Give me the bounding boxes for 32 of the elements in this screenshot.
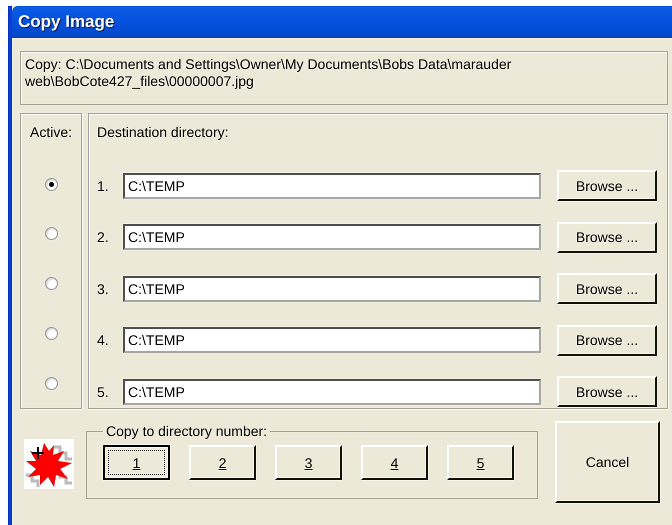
directory-number-button[interactable]: 3 [275, 445, 342, 480]
directory-field[interactable]: C:\TEMP [123, 224, 541, 250]
destination-label: Destination directory: [97, 124, 230, 142]
radio-button[interactable] [44, 277, 58, 290]
directory-number-button[interactable]: 5 [447, 445, 514, 480]
row-number: 2. [97, 229, 110, 246]
browse-button[interactable]: Browse ... [557, 376, 657, 408]
directory-number-button[interactable]: 2 [189, 445, 256, 480]
group-label: Copy to directory number: [105, 423, 268, 439]
browse-button[interactable]: Browse ... [557, 324, 657, 356]
directory-field[interactable]: C:\TEMP [123, 378, 541, 405]
row-number: 3. [97, 280, 110, 297]
active-label: Active: [30, 124, 72, 142]
row-number: 4. [97, 332, 110, 348]
directory-field[interactable]: C:\TEMP [123, 276, 541, 302]
directory-number-button[interactable]: 1 [103, 445, 170, 480]
row-number: 5. [97, 384, 110, 400]
radio-button[interactable] [44, 376, 58, 390]
splat-icon [24, 439, 74, 489]
radio-button[interactable] [44, 227, 58, 240]
row-number: 1. [97, 178, 110, 194]
radio-button[interactable] [44, 178, 58, 191]
source-path: Copy: C:\Documents and Settings\Owner\My Documents\Bobs Data\marauder web\BobCote427_files\00000007.jpg [25, 56, 512, 89]
window-title: Copy Image [18, 12, 114, 32]
browse-button[interactable]: Browse ... [557, 222, 657, 253]
cancel-button[interactable]: Cancel [555, 421, 660, 503]
directory-number-button[interactable]: 4 [361, 445, 428, 480]
directory-field[interactable]: C:\TEMP [123, 327, 541, 354]
directory-field[interactable]: C:\TEMP [123, 172, 541, 199]
browse-button[interactable]: Browse ... [557, 273, 657, 304]
radio-button[interactable] [44, 326, 58, 340]
browse-button[interactable]: Browse ... [557, 170, 657, 202]
